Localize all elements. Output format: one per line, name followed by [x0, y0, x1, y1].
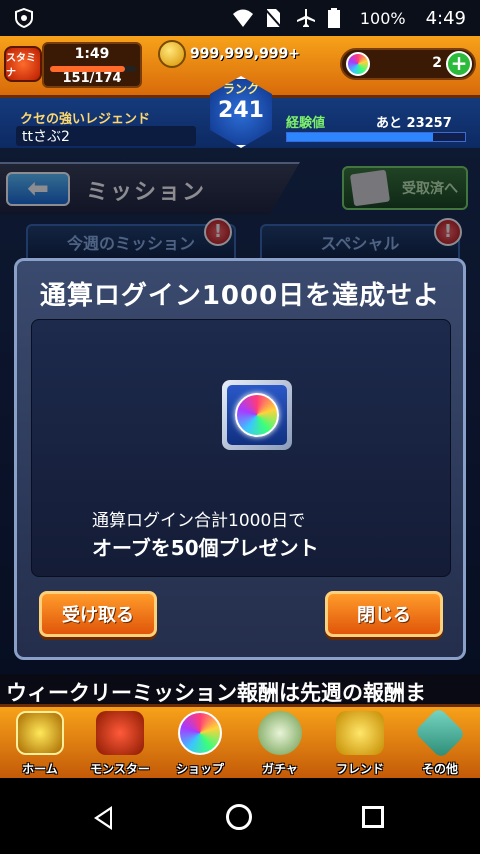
friend-icon — [336, 711, 384, 755]
battery-percent: 100% — [359, 8, 406, 28]
coin-icon — [158, 40, 186, 68]
reward-item-frame — [222, 380, 292, 450]
orb-icon — [235, 393, 279, 437]
airplane-mode-icon — [296, 8, 316, 28]
monster-icon — [96, 711, 144, 755]
android-nav-bar — [0, 778, 480, 854]
coin-value: 999,999,999+ — [190, 46, 301, 62]
nav-shop[interactable]: ショップ — [160, 707, 240, 781]
buy-orbs-button[interactable]: + — [446, 51, 472, 77]
nav-friend[interactable]: フレンド — [320, 707, 400, 781]
news-ticker: ウィークリーミッション報酬は先週の報酬ま — [0, 674, 480, 708]
rank-label: ランク — [222, 82, 259, 96]
nav-label: ガチャ — [262, 762, 298, 776]
stamina-value: 151/174 — [62, 71, 122, 86]
nav-label: ショップ — [175, 762, 224, 776]
mission-detail-dialog: 通算ログイン1000日を達成せよ 通算ログイン合計1000日で オーブを50個プ… — [14, 258, 466, 660]
bottom-nav: ホーム モンスター ショップ ガチャ フレンド その他 — [0, 704, 480, 778]
reward-description: オーブを50個プレゼント — [92, 536, 319, 560]
ticker-text: ウィークリーミッション報酬は先週の報酬ま — [6, 681, 426, 705]
home-icon — [16, 711, 64, 755]
stamina-recovery-timer: 1:49 — [74, 46, 110, 62]
game-header: スタミナ 1:49 151/174 999,999,999+ 2 + ランク 2… — [0, 36, 480, 148]
stamina-panel[interactable]: 1:49 151/174 — [42, 42, 142, 88]
rank-value: 241 — [218, 98, 264, 123]
exp-bar — [286, 132, 466, 142]
app-notification-icon — [14, 7, 34, 29]
system-back-icon[interactable] — [94, 806, 112, 830]
shop-orb-icon — [178, 711, 222, 755]
nav-label: ホーム — [22, 762, 58, 776]
system-home-icon[interactable] — [226, 804, 252, 830]
system-recents-icon[interactable] — [362, 806, 384, 828]
nav-home[interactable]: ホーム — [0, 707, 80, 781]
nav-label: フレンド — [335, 762, 384, 776]
coin-counter: 999,999,999+ — [158, 40, 318, 68]
wifi-icon — [232, 8, 253, 28]
gacha-egg-icon — [258, 711, 302, 755]
nav-monster[interactable]: モンスター — [80, 707, 160, 781]
clock: 4:49 — [425, 7, 466, 29]
exp-bar-fill — [287, 133, 433, 141]
player-title: クセの強いレジェンド — [20, 112, 151, 127]
exp-remaining: あと 23257 — [376, 116, 452, 131]
close-button[interactable]: 閉じる — [325, 591, 443, 637]
nav-label: モンスター — [90, 762, 150, 776]
orb-icon — [346, 52, 370, 76]
mission-description: 通算ログイン合計1000日で — [92, 511, 306, 531]
player-name: ttさぶ2 — [16, 126, 196, 146]
orb-counter: 2 + — [340, 48, 476, 80]
exp-label: 経験値 — [286, 116, 326, 131]
nav-other[interactable]: その他 — [400, 706, 480, 781]
orb-count: 2 — [432, 55, 442, 71]
no-sim-icon — [264, 8, 284, 28]
nav-gacha[interactable]: ガチャ — [240, 707, 320, 781]
nav-label: その他 — [421, 762, 458, 776]
mission-title: 通算ログイン1000日を達成せよ — [39, 281, 441, 311]
other-icon — [413, 706, 467, 760]
status-bar: 100% 4:49 — [0, 0, 480, 36]
receive-button[interactable]: 受け取る — [39, 591, 157, 637]
stamina-icon: スタミナ — [4, 46, 42, 82]
battery-icon — [327, 8, 348, 28]
reward-panel: 通算ログイン合計1000日で オーブを50個プレゼント — [31, 319, 451, 577]
